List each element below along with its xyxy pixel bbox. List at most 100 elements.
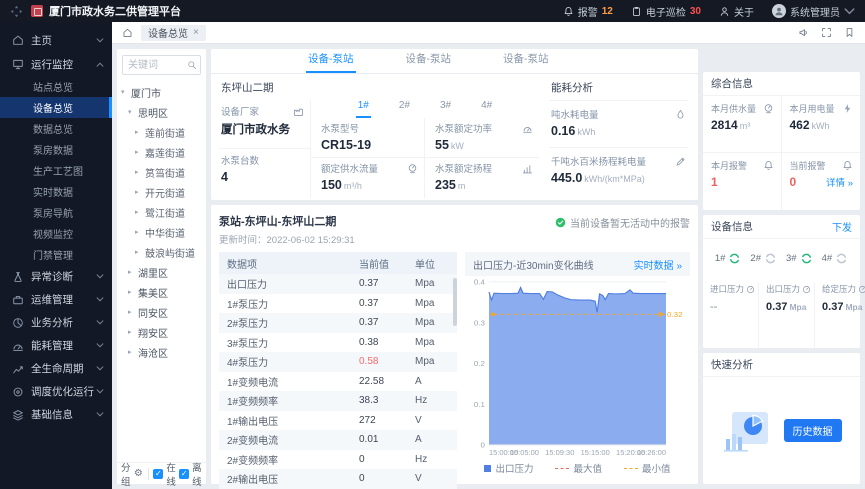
bell-icon — [563, 6, 574, 17]
close-icon[interactable]: × — [193, 27, 199, 38]
sidebar-item-device-overview[interactable]: 设备总览 — [0, 97, 112, 118]
current-alarm-value: 0 — [790, 175, 797, 189]
table-row[interactable]: 2#泵压力0.37Mpa — [219, 313, 457, 333]
gauge-icon — [858, 285, 865, 294]
tab-pump-1[interactable]: 1# — [356, 100, 371, 118]
legend-min[interactable]: 最小值 — [624, 461, 671, 475]
sidebar-item-monitoring[interactable]: 运行监控 — [0, 52, 112, 76]
caret-down-icon: ▾ — [121, 88, 128, 96]
sidebar-item-dispatch-optimization[interactable]: 调度优化运行 — [0, 380, 112, 403]
tree-node-district[interactable]: ▸湖里区 — [121, 262, 203, 282]
search-icon[interactable] — [187, 60, 197, 70]
detail-link[interactable]: 详情 » — [826, 175, 853, 189]
about-menu[interactable]: 关于 — [719, 4, 754, 19]
tree-node-street[interactable]: ▸开元街道 — [121, 182, 203, 202]
inspection-menu[interactable]: 电子巡检 30 — [631, 4, 701, 19]
sidebar-item-access-control[interactable]: 门禁管理 — [0, 244, 112, 265]
tree-node-street[interactable]: ▸嘉莲街道 — [121, 142, 203, 162]
tab-device-pump-1[interactable]: 设备-泵站 — [306, 51, 356, 73]
sidebar-item-video-monitor[interactable]: 视频监控 — [0, 223, 112, 244]
sidebar-item-energy-management[interactable]: 能耗管理 — [0, 334, 112, 357]
gauge-icon — [746, 285, 755, 294]
tree-node-district[interactable]: ▸集美区 — [121, 282, 203, 302]
pump-1-status[interactable]: 1# — [715, 252, 742, 265]
table-row[interactable]: 2#变频电流0.01A — [219, 430, 457, 450]
online-checkbox[interactable]: ✓ — [153, 469, 163, 479]
device-tabs: 设备-泵站 设备-泵站 设备-泵站 — [211, 49, 698, 74]
legend-max[interactable]: 最大值 — [555, 461, 602, 475]
sidebar-item-pumphouse-nav[interactable]: 泵房导航 — [0, 202, 112, 223]
chevron-down-icon — [96, 38, 104, 43]
table-row[interactable]: 1#泵压力0.37Mpa — [219, 294, 457, 314]
history-data-button[interactable]: 历史数据 — [784, 419, 842, 442]
tree-node-street[interactable]: ▸鹭江街道 — [121, 202, 203, 222]
chevron-down-icon — [96, 389, 104, 394]
tree-node-street[interactable]: ▸莲前街道 — [121, 122, 203, 142]
pump-2-status[interactable]: 2# — [750, 252, 777, 265]
compass-icon[interactable] — [10, 5, 23, 18]
table-row[interactable]: 1#输出电压272V — [219, 411, 457, 431]
sidebar-item-business-analysis[interactable]: 业务分析 — [0, 311, 112, 334]
sidebar-item-process-diagram[interactable]: 生产工艺图 — [0, 160, 112, 181]
tree-node-city[interactable]: ▾厦门市 — [121, 82, 203, 102]
caret-right-icon: ▸ — [135, 228, 142, 236]
pump-3-status[interactable]: 3# — [786, 252, 813, 265]
table-row[interactable]: 2#变频频率0Hz — [219, 450, 457, 470]
tab-device-pump-3[interactable]: 设备-泵站 — [501, 51, 551, 73]
table-row[interactable]: 出口压力0.37Mpa — [219, 274, 457, 294]
search-row — [122, 55, 201, 75]
chart-legend: 出口压力 最大值 最小值 — [465, 460, 690, 476]
tree-node-district[interactable]: ▸海沧区 — [121, 342, 203, 362]
sidebar-item-diagnosis[interactable]: 异常诊断 — [0, 265, 112, 288]
alarm-menu[interactable]: 报警 12 — [563, 4, 613, 19]
tab-device-overview[interactable]: 设备总览 × — [141, 25, 206, 41]
table-row[interactable]: 4#泵压力0.58Mpa — [219, 352, 457, 372]
megaphone-icon[interactable] — [798, 27, 809, 38]
tab-device-pump-2[interactable]: 设备-泵站 — [404, 51, 454, 73]
sidebar-item-data-overview[interactable]: 数据总览 — [0, 118, 112, 139]
table-row[interactable]: 1#变频频率38.3Hz — [219, 391, 457, 411]
pressure-chart-panel: 出口压力-近30min变化曲线 实时数据 » 00.10.20.30.40.32… — [465, 252, 690, 476]
about-label: 关于 — [734, 4, 754, 19]
tree-node-street[interactable]: ▸中华街道 — [121, 222, 203, 242]
legend-outlet-pressure[interactable]: 出口压力 — [484, 461, 533, 475]
tree-node-district[interactable]: ▸翔安区 — [121, 322, 203, 342]
sidebar-item-realtime-data[interactable]: 实时数据 — [0, 181, 112, 202]
tab-pump-3[interactable]: 3# — [438, 100, 453, 118]
send-down-link[interactable]: 下发 — [832, 219, 852, 234]
chevron-down-icon — [96, 320, 104, 325]
realtime-data-link[interactable]: 实时数据 » — [634, 257, 682, 272]
table-row[interactable]: 2#输出电压0V — [219, 469, 457, 489]
sidebar-item-home[interactable]: 主页 — [0, 28, 112, 52]
chart-title: 出口压力-近30min变化曲线 — [473, 257, 594, 272]
station-block: 东坪山二期 设备厂家 厦门市政水务 — [219, 78, 539, 198]
tree-node-district-siming[interactable]: ▾思明区 — [121, 102, 203, 122]
table-row[interactable]: 3#泵压力0.38Mpa — [219, 333, 457, 353]
home-icon[interactable] — [122, 27, 133, 38]
tree-node-street[interactable]: ▸筼筜街道 — [121, 162, 203, 182]
offline-checkbox[interactable]: ✓ — [179, 469, 189, 479]
table-row[interactable]: 1#变频电流22.58A — [219, 372, 457, 392]
pump-power-value: 55 — [435, 138, 449, 152]
month-power-value: 462 — [790, 118, 810, 132]
caret-right-icon: ▸ — [128, 268, 135, 276]
bookmark-icon[interactable] — [844, 27, 855, 38]
scrollbar[interactable] — [453, 278, 457, 326]
tab-pump-4[interactable]: 4# — [479, 100, 494, 118]
tree-node-street[interactable]: ▸鼓浪屿街道 — [121, 242, 203, 262]
pump-power-cell: 水泵额定功率 55kW — [425, 118, 539, 158]
sidebar-item-site-overview[interactable]: 站点总览 — [0, 76, 112, 97]
sidebar-item-base-info[interactable]: 基础信息 — [0, 403, 112, 426]
flow-meter-icon — [407, 163, 418, 174]
sidebar-item-pumphouse-data[interactable]: 泵房数据 — [0, 139, 112, 160]
fullscreen-icon[interactable] — [821, 27, 832, 38]
sidebar-item-ops-management[interactable]: 运维管理 — [0, 288, 112, 311]
caret-right-icon: ▸ — [128, 288, 135, 296]
sidebar-item-lifecycle[interactable]: 全生命周期 — [0, 357, 112, 380]
tree-node-district[interactable]: ▸同安区 — [121, 302, 203, 322]
pump-4-status[interactable]: 4# — [822, 252, 849, 265]
settings-icon[interactable]: ⚙ — [134, 468, 143, 479]
user-menu[interactable]: 系统管理员 — [772, 4, 855, 19]
tab-pump-2[interactable]: 2# — [397, 100, 412, 118]
inspection-label: 电子巡检 — [646, 4, 686, 19]
